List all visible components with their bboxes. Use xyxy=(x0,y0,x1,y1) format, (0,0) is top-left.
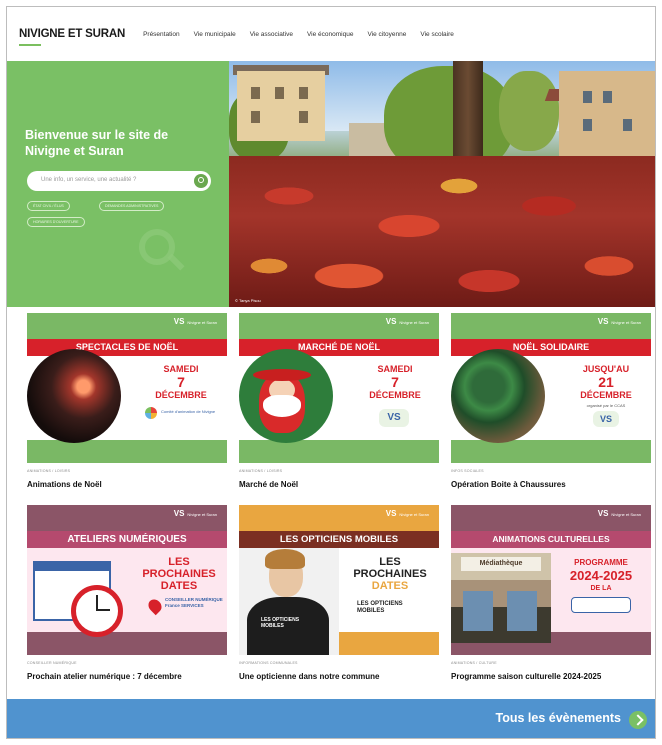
event-card[interactable]: VS Nivigne et Suran LES OPTICIENS MOBILES… xyxy=(239,505,439,681)
all-events-bar[interactable]: Tous les évènements xyxy=(7,699,655,738)
card-image: VS Nivigne et Suran ATELIERS NUMÉRIQUES L… xyxy=(27,505,227,655)
card-title[interactable]: Programme saison culturelle 2024-2025 xyxy=(451,672,601,681)
nav-item-vie-municipale[interactable]: Vie municipale xyxy=(194,31,236,38)
card-category: ANIMATIONS / CULTURE xyxy=(451,661,497,665)
card-title[interactable]: Une opticienne dans notre commune xyxy=(239,672,379,681)
site-logo[interactable]: NIVIGNE ET SURAN xyxy=(19,28,126,46)
quick-link-demandes[interactable]: DEMANDES ADMINISTRATIVES xyxy=(99,201,165,211)
arrow-right-icon[interactable] xyxy=(629,711,647,729)
nav-item-vie-scolaire[interactable]: Vie scolaire xyxy=(420,31,453,38)
card-banner: LES OPTICIENS MOBILES xyxy=(239,531,439,548)
nav-item-vie-associative[interactable]: Vie associative xyxy=(250,31,293,38)
card-category: CONSEILLER NUMÉRIQUE xyxy=(27,661,77,665)
card-category: INFORMATIONS COMMUNALES xyxy=(239,661,298,665)
card-image: VS Nivigne et Suran MARCHÉ DE NOËL SAMEDI… xyxy=(239,313,439,463)
card-banner: ATELIERS NUMÉRIQUES xyxy=(27,531,227,548)
event-card[interactable]: VS Nivigne et Suran NOËL SOLIDAIRE JUSQU'… xyxy=(451,313,651,489)
hero-photo: © Tanya Pisou xyxy=(229,61,655,307)
card-category: INFOS SOCIALES xyxy=(451,469,484,473)
search-input[interactable]: Une info, un service, une actualité ? xyxy=(27,171,211,191)
nav-item-presentation[interactable]: Présentation xyxy=(143,31,180,38)
page-frame: NIVIGNE ET SURAN Présentation Vie munici… xyxy=(6,6,656,739)
event-card[interactable]: VS Nivigne et Suran ANIMATIONS CULTURELLE… xyxy=(451,505,651,681)
card-title[interactable]: Marché de Noël xyxy=(239,480,298,489)
hero-section: Bienvenue sur le site de Nivigne et Sura… xyxy=(7,61,655,307)
search-icon[interactable] xyxy=(194,174,208,188)
quick-link-etat-civil[interactable]: ÉTAT CIVIL / ÉLUS xyxy=(27,201,70,211)
card-image: VS Nivigne et Suran LES OPTICIENS MOBILES… xyxy=(239,505,439,655)
event-card[interactable]: VS Nivigne et Suran MARCHÉ DE NOËL SAMEDI… xyxy=(239,313,439,489)
nav-item-vie-citoyenne[interactable]: Vie citoyenne xyxy=(367,31,406,38)
card-title[interactable]: Animations de Noël xyxy=(27,480,102,489)
event-card[interactable]: VS Nivigne et Suran SPECTACLES DE NOËL SA… xyxy=(27,313,227,489)
card-category: ANIMATIONS / LOISIRS xyxy=(239,469,283,473)
search-placeholder: Une info, un service, une actualité ? xyxy=(41,177,137,183)
nav-menu: Présentation Vie municipale Vie associat… xyxy=(143,31,454,38)
nav-item-vie-economique[interactable]: Vie économique xyxy=(307,31,354,38)
event-card[interactable]: VS Nivigne et Suran ATELIERS NUMÉRIQUES L… xyxy=(27,505,227,681)
top-nav: NIVIGNE ET SURAN Présentation Vie munici… xyxy=(7,7,655,61)
card-title[interactable]: Opération Boite à Chaussures xyxy=(451,480,566,489)
card-title[interactable]: Prochain atelier numérique : 7 décembre xyxy=(27,672,182,681)
all-events-link[interactable]: Tous les évènements xyxy=(495,711,621,725)
card-image: VS Nivigne et Suran NOËL SOLIDAIRE JUSQU'… xyxy=(451,313,651,463)
hero-panel: Bienvenue sur le site de Nivigne et Sura… xyxy=(7,61,229,307)
magnifier-handle-icon xyxy=(167,253,185,271)
quick-link-horaires[interactable]: HORAIRES D'OUVERTURE xyxy=(27,217,85,227)
hero-title: Bienvenue sur le site de Nivigne et Sura… xyxy=(25,128,169,158)
card-banner: ANIMATIONS CULTURELLES xyxy=(451,531,651,548)
card-category: ANIMATIONS / LOISIRS xyxy=(27,469,71,473)
logo-underline xyxy=(19,44,41,46)
photo-credit: © Tanya Pisou xyxy=(235,298,261,303)
site-logo-text: NIVIGNE ET SURAN xyxy=(19,28,126,40)
card-image: VS Nivigne et Suran ANIMATIONS CULTURELLE… xyxy=(451,505,651,655)
card-image: VS Nivigne et Suran SPECTACLES DE NOËL SA… xyxy=(27,313,227,463)
